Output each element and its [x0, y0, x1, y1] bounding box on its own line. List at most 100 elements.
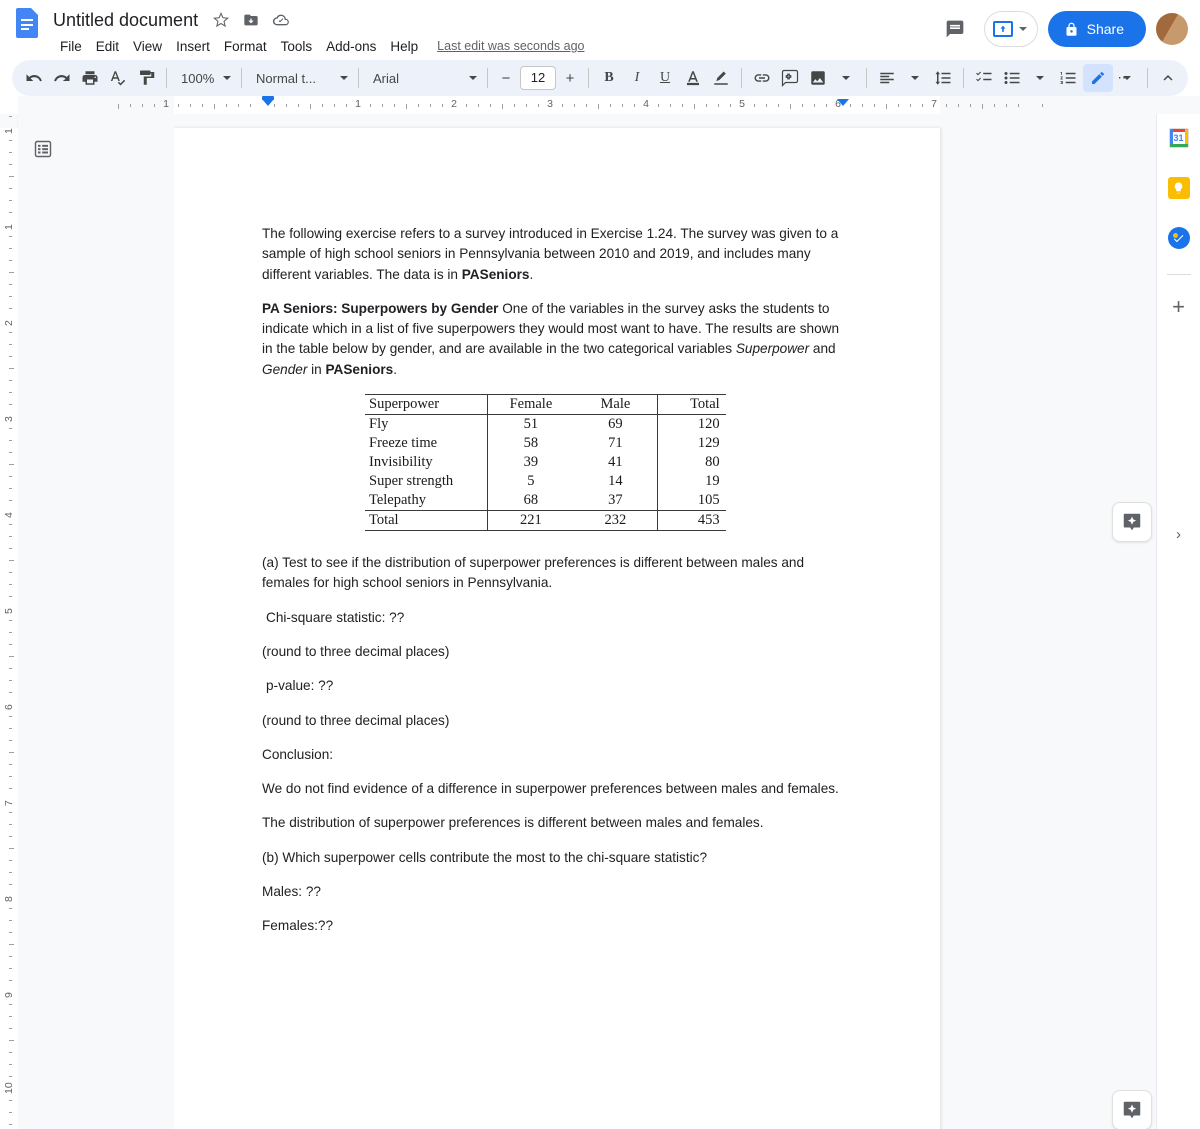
numbered-list-icon[interactable] — [1054, 64, 1082, 92]
paragraph-style-select[interactable]: Normal t... — [248, 64, 352, 92]
paint-format-icon[interactable] — [132, 64, 160, 92]
ruler-number: 9 — [3, 992, 15, 998]
add-comment-button[interactable] — [1112, 1090, 1152, 1129]
ruler-tick — [466, 104, 467, 107]
calendar-date-label: 31 — [1173, 133, 1184, 143]
vertical-ruler[interactable]: 1 1 2 3 4 5 6 7 8 9 10 — [0, 114, 18, 1129]
ruler-tick — [9, 680, 12, 681]
ruler-tick — [250, 104, 251, 107]
undo-icon[interactable] — [20, 64, 48, 92]
logo-lines — [21, 19, 33, 33]
bulleted-list-dropdown[interactable] — [1026, 64, 1054, 92]
text-color-button[interactable] — [679, 64, 707, 92]
add-comment-button[interactable] — [1112, 502, 1152, 542]
comment-history-icon[interactable] — [936, 10, 974, 48]
menu-addons[interactable]: Add-ons — [319, 37, 383, 56]
menu-edit[interactable]: Edit — [89, 37, 126, 56]
ruler-tick — [9, 728, 12, 729]
right-indent-marker[interactable] — [837, 99, 849, 106]
ruler-tick — [730, 104, 731, 107]
ruler-tick — [9, 140, 12, 141]
ruler-tick — [9, 1112, 12, 1113]
font-size-input[interactable]: 12 — [520, 66, 556, 90]
document-outline-icon[interactable] — [28, 134, 58, 164]
question-part-b: (b) Which superpower cells contribute th… — [262, 849, 708, 865]
font-family-select[interactable]: Arial — [365, 64, 481, 92]
ruler-tick — [9, 872, 12, 873]
ruler-tick — [610, 104, 611, 107]
toolbar-divider — [741, 68, 742, 88]
align-icon[interactable] — [873, 64, 901, 92]
print-icon[interactable] — [76, 64, 104, 92]
link-icon[interactable] — [748, 64, 776, 92]
ruler-number: 6 — [3, 704, 15, 710]
menu-tools[interactable]: Tools — [274, 37, 320, 56]
left-indent-marker[interactable] — [262, 99, 274, 106]
add-apps-button[interactable]: + — [1163, 291, 1195, 323]
google-docs-logo-icon[interactable] — [16, 8, 38, 38]
ruler-tick — [898, 104, 899, 107]
editing-mode-dropdown[interactable] — [1113, 64, 1141, 92]
document-canvas[interactable]: The following exercise refers to a surve… — [174, 114, 1156, 1129]
checklist-icon[interactable] — [970, 64, 998, 92]
superpowers-in: in — [307, 361, 326, 377]
redo-icon[interactable] — [48, 64, 76, 92]
ruler-tick — [9, 572, 12, 573]
last-edit-status[interactable]: Last edit was seconds ago — [437, 39, 584, 53]
menu-view[interactable]: View — [126, 37, 169, 56]
editing-mode-icon[interactable] — [1083, 64, 1113, 92]
table-row: Fly 51 69 120 — [365, 414, 726, 435]
google-keep-icon[interactable] — [1163, 172, 1195, 204]
zoom-select[interactable]: 100% — [173, 64, 235, 92]
ruler-tick — [9, 1028, 12, 1029]
menu-format[interactable]: Format — [217, 37, 274, 56]
collapse-toolbar-icon[interactable] — [1154, 64, 1182, 92]
menu-insert[interactable]: Insert — [169, 37, 217, 56]
google-calendar-icon[interactable]: 31 — [1163, 122, 1195, 154]
google-tasks-icon[interactable] — [1163, 222, 1195, 254]
ruler-tick — [130, 104, 131, 107]
share-button[interactable]: Share — [1047, 11, 1146, 47]
line-spacing-icon[interactable] — [929, 64, 957, 92]
spellcheck-icon[interactable] — [104, 64, 132, 92]
font-size-increase-button[interactable]: + — [558, 66, 582, 90]
font-size-decrease-button[interactable]: − — [494, 66, 518, 90]
ruler-tick — [766, 104, 767, 107]
p-value-prompt: p-value: ?? — [266, 678, 334, 694]
ruler-tick — [9, 356, 12, 357]
right-sidebar: 31 + › — [1156, 114, 1200, 1129]
ruler-tick — [9, 296, 12, 297]
star-icon[interactable] — [209, 8, 233, 32]
chevron-down-icon[interactable] — [1018, 27, 1027, 31]
ruler-tick — [9, 284, 12, 285]
move-to-folder-icon[interactable] — [239, 8, 263, 32]
menu-help[interactable]: Help — [383, 37, 425, 56]
bold-button[interactable]: B — [595, 64, 623, 92]
ruler-tick — [9, 1076, 12, 1077]
document-title[interactable]: Untitled document — [48, 8, 203, 33]
document-page[interactable]: The following exercise refers to a surve… — [174, 128, 940, 1129]
highlight-icon[interactable] — [707, 64, 735, 92]
toolbar-divider — [588, 68, 589, 88]
align-dropdown[interactable] — [901, 64, 929, 92]
insert-image-icon[interactable] — [804, 64, 832, 92]
ruler-tick — [9, 248, 12, 249]
present-button[interactable] — [983, 11, 1038, 47]
ruler-tick — [874, 104, 875, 107]
ruler-tick — [9, 596, 12, 597]
ruler-tick — [718, 104, 719, 107]
toolbar-divider — [866, 68, 867, 88]
intro-text-c: . — [529, 266, 534, 282]
toolbar-divider — [241, 68, 242, 88]
bulleted-list-icon[interactable] — [998, 64, 1026, 92]
horizontal-ruler[interactable]: 11234567 — [18, 96, 1200, 114]
menu-file[interactable]: File — [53, 37, 89, 56]
ruler-tick — [886, 104, 887, 109]
italic-button[interactable]: I — [623, 64, 651, 92]
insert-image-dropdown[interactable] — [832, 64, 860, 92]
add-comment-icon[interactable] — [776, 64, 804, 92]
expand-sidebar-button[interactable]: › — [1164, 519, 1194, 549]
underline-button[interactable]: U — [651, 64, 679, 92]
cloud-saved-icon[interactable] — [269, 8, 293, 32]
avatar[interactable] — [1156, 13, 1188, 45]
